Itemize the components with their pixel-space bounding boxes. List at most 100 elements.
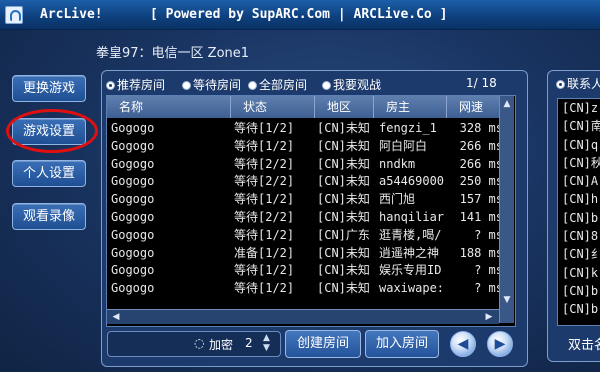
room-host: 西门旭 <box>379 192 416 207</box>
room-name: Gogogo <box>111 192 155 207</box>
room-host: a54469000 <box>379 174 445 189</box>
tab-label: 全部房间 <box>259 78 308 92</box>
room-host: fengzi_1 <box>379 121 437 135</box>
stepper-arrows-icon[interactable]: ▲ ▼ <box>263 333 270 353</box>
create-room-button[interactable]: 创建房间 <box>285 330 361 358</box>
contacts-footer: 双击名 <box>568 338 600 353</box>
radio-icon <box>106 81 115 90</box>
contact-item[interactable]: [CN]b <box>558 300 600 318</box>
radio-icon <box>322 81 331 90</box>
room-ping: 250 ms <box>459 174 503 189</box>
radio-icon <box>248 81 257 90</box>
table-row[interactable]: Gogogo 等待[2/2] [CN]未知 a54469000 250 ms <box>107 172 512 190</box>
room-ping: 266 ms <box>459 156 503 171</box>
arrow-left-icon[interactable]: ◀ <box>450 331 476 357</box>
room-ping: 266 ms <box>459 138 503 153</box>
contact-item[interactable]: [CN]q <box>558 136 600 154</box>
lock-icon: ◌ <box>194 336 205 350</box>
room-name: Gogogo <box>111 245 155 260</box>
password-label: 加密 <box>209 338 234 352</box>
contact-item[interactable]: [CN]A <box>558 172 600 190</box>
room-ping: 141 ms <box>459 209 503 224</box>
room-ping: ? ms <box>474 227 503 242</box>
contact-item[interactable]: [CN]秋 <box>558 154 600 172</box>
personal-settings-button[interactable]: 个人设置 <box>12 160 86 187</box>
room-host: 阿白阿白 <box>379 138 428 153</box>
contact-item[interactable]: [CN]南 <box>558 117 600 135</box>
room-name: Gogogo <box>111 156 155 171</box>
tab-recommended[interactable]: 推荐房间 <box>106 76 165 93</box>
contact-item[interactable]: [CN]z <box>558 99 600 117</box>
server-info: 拳皇97：电信一区 Zone1 <box>96 46 250 61</box>
room-ping: 328 ms <box>459 121 503 135</box>
room-host: nndkm <box>379 156 416 171</box>
contacts-list: [CN]z [CN]南 [CN]q [CN]秋 [CN]A [CN]h [CN]b [CN]8… <box>557 98 600 326</box>
room-name: Gogogo <box>111 263 155 278</box>
table-row[interactable]: Gogogo 准备[1/2] [CN]未知 逍遥神之神 188 ms <box>107 244 512 262</box>
room-name: Gogogo <box>111 174 155 189</box>
room-host: 逛青楼,喝/ <box>379 227 442 242</box>
tab-all-rooms[interactable]: 全部房间 <box>248 76 307 93</box>
contact-item[interactable]: [CN]b <box>558 282 600 300</box>
column-header-name[interactable]: 名称 <box>107 96 231 118</box>
table-row[interactable]: Gogogo 等待[1/2] [CN]未知 西门旭 157 ms <box>107 190 512 208</box>
tab-waiting[interactable]: 等待房间 <box>182 76 241 93</box>
tab-label: 推荐房间 <box>117 78 166 92</box>
room-name: Gogogo <box>111 209 155 224</box>
app-title: ArcLive! <box>40 7 103 22</box>
table-row[interactable]: Gogogo 等待[1/2] [CN]广东 逛青楼,喝/? ms <box>107 226 512 244</box>
column-header-region[interactable]: 地区 <box>315 96 374 118</box>
scroll-right-icon[interactable]: ▶ <box>483 311 495 323</box>
table-row[interactable]: Gogogo 等待[1/2] [CN]未知 娱乐专用ID? ms <box>107 261 512 279</box>
contact-item[interactable]: [CN]h <box>558 190 600 208</box>
table-row[interactable]: Gogogo 等待[1/2] [CN]未知 fengzi_1 328 ms <box>107 119 512 137</box>
column-header-ping[interactable]: 网速 <box>447 96 499 118</box>
tab-spectate[interactable]: 我要观战 <box>322 76 381 93</box>
powered-by-text: [ Powered by SupARC.Com | ARCLive.Co ] <box>150 7 448 22</box>
contact-item[interactable]: [CN]k <box>558 264 600 282</box>
radio-icon <box>556 80 565 89</box>
room-name: Gogogo <box>111 138 155 153</box>
horizontal-scrollbar[interactable]: ◀ ▶ <box>107 309 499 324</box>
watch-replay-button[interactable]: 观看录像 <box>12 203 86 230</box>
highlight-ring <box>6 109 98 153</box>
password-value[interactable]: 2 <box>245 336 253 350</box>
room-host: hanqiliar <box>379 209 445 224</box>
room-host: 逍遥神之神 <box>379 245 440 260</box>
contacts-title: 联系人 <box>556 75 600 92</box>
room-rows: Gogogo 等待[1/2] [CN]未知 fengzi_1 328 ms Gogogo 等… <box>107 119 512 297</box>
room-tabs: 推荐房间 等待房间 全部房间 我要观战 <box>104 74 524 92</box>
radio-icon <box>182 81 191 90</box>
vertical-scrollbar[interactable]: ▲ ▼ <box>499 96 514 323</box>
room-ping: ? ms <box>474 281 503 296</box>
room-ping: 188 ms <box>459 245 503 260</box>
scroll-left-icon[interactable]: ◀ <box>110 311 122 323</box>
scroll-down-icon[interactable]: ▼ <box>501 294 513 306</box>
contact-item[interactable]: [CN]b <box>558 209 600 227</box>
arrow-right-icon[interactable]: ▶ <box>487 331 513 357</box>
join-room-button[interactable]: 加入房间 <box>365 330 439 358</box>
column-header-host[interactable]: 房主 <box>374 96 447 118</box>
table-row[interactable]: Gogogo 等待[1/2] [CN]未知 waxiwape:? ms <box>107 279 512 297</box>
room-host: 娱乐专用ID <box>379 263 442 278</box>
title-bar: ArcLive! [ Powered by SupARC.Com | ARCLi… <box>0 0 600 30</box>
change-game-button[interactable]: 更换游戏 <box>12 75 86 102</box>
room-ping: 157 ms <box>459 192 503 207</box>
contact-item[interactable]: [CN]8 <box>558 227 600 245</box>
table-row[interactable]: Gogogo 等待[1/2] [CN]未知 阿白阿白 266 ms <box>107 137 512 155</box>
contact-item[interactable]: [CN]纟 <box>558 245 600 263</box>
room-name: Gogogo <box>111 121 155 135</box>
table-row[interactable]: Gogogo 等待[2/2] [CN]未知 hanqiliar 141 ms <box>107 208 512 226</box>
tab-label: 等待房间 <box>193 78 242 92</box>
app-logo-icon <box>5 6 23 24</box>
room-list-header: 名称 状态 地区 房主 网速 <box>107 96 512 118</box>
room-name: Gogogo <box>111 281 155 296</box>
tab-label: 我要观战 <box>333 78 382 92</box>
room-host: waxiwape: <box>379 281 445 296</box>
column-header-status[interactable]: 状态 <box>231 96 315 118</box>
table-row[interactable]: Gogogo 等待[2/2] [CN]未知 nndkm 266 ms <box>107 155 512 173</box>
scroll-up-icon[interactable]: ▲ <box>501 98 513 110</box>
room-ping: ? ms <box>474 263 503 278</box>
password-stepper[interactable]: ◌ 加密 2 ▲ ▼ <box>107 331 281 357</box>
page-indicator: 1/ 18 <box>466 76 497 90</box>
